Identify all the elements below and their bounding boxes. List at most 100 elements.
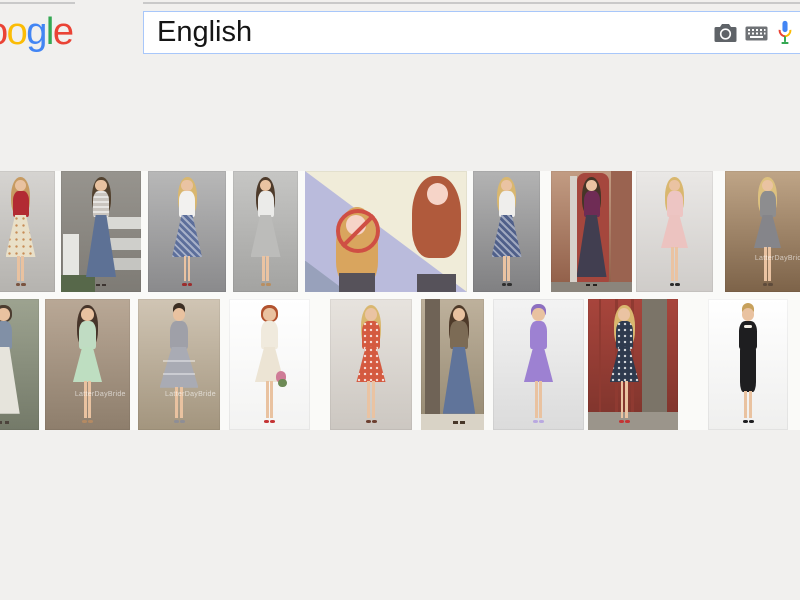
person-shoe xyxy=(625,420,630,423)
person-shoe xyxy=(743,420,748,423)
person-leg xyxy=(625,381,628,418)
scene-shape xyxy=(425,299,440,430)
logo-letter: o xyxy=(0,11,7,53)
person-leg xyxy=(764,247,767,281)
voice-search-button[interactable] xyxy=(776,19,794,49)
person-shoe xyxy=(174,420,179,423)
person-face xyxy=(453,308,465,321)
person-skirt xyxy=(443,347,475,414)
image-result-thumbnail[interactable]: LatterDayBride xyxy=(138,299,220,430)
scene-shape xyxy=(551,282,632,292)
google-logo[interactable]: oogle xyxy=(0,10,73,54)
search-input[interactable] xyxy=(144,12,800,53)
image-result-thumbnail[interactable] xyxy=(473,171,540,292)
image-result-thumbnail[interactable] xyxy=(305,171,467,292)
illustrated-redhead-tank xyxy=(417,274,456,292)
person-leg xyxy=(372,381,375,418)
person-leg xyxy=(507,256,510,281)
person-face xyxy=(95,180,106,192)
scene-shape xyxy=(599,299,602,412)
person-leg xyxy=(270,381,273,418)
person-shoe xyxy=(180,420,185,423)
person-shoe xyxy=(21,283,26,286)
search-by-image-button[interactable] xyxy=(714,23,737,43)
image-result-thumbnail[interactable] xyxy=(0,171,55,292)
person-leg xyxy=(503,256,506,281)
scene-shape xyxy=(588,412,678,430)
person-top-garment xyxy=(362,321,379,349)
person-shoe xyxy=(5,421,10,424)
person-shoe xyxy=(88,420,93,423)
person-shoe xyxy=(96,284,100,287)
person-leg xyxy=(675,247,678,281)
person-skirt xyxy=(356,347,385,383)
person-leg xyxy=(621,381,624,418)
prohibition-circle xyxy=(336,209,380,253)
image-result-thumbnail[interactable] xyxy=(636,171,713,292)
person-shoe xyxy=(533,420,538,423)
scene-shape xyxy=(570,176,576,287)
person-leg xyxy=(88,381,91,418)
person-skirt xyxy=(172,215,202,257)
person-shoe xyxy=(507,283,512,286)
person-shoe xyxy=(188,283,193,286)
person-leg xyxy=(367,381,370,418)
person-shoe xyxy=(502,283,507,286)
logo-letter: g xyxy=(26,11,46,53)
person-shoe xyxy=(270,420,275,423)
person-skirt xyxy=(754,215,781,248)
image-result-thumbnail[interactable] xyxy=(148,171,226,292)
person-shoe xyxy=(675,283,680,286)
person-face xyxy=(501,180,512,192)
person-face xyxy=(81,308,93,321)
image-result-thumbnail[interactable]: LatterDayBride xyxy=(45,299,130,430)
person-face xyxy=(15,180,26,192)
person-shoe xyxy=(366,420,371,423)
keyboard-button[interactable] xyxy=(745,26,768,41)
image-result-thumbnail[interactable] xyxy=(708,299,788,430)
google-images-results-page: { "page": { "background": "#f1f0ee", "ba… xyxy=(0,0,800,600)
search-bar xyxy=(143,11,800,54)
image-result-thumbnail[interactable] xyxy=(493,299,584,430)
person-face xyxy=(762,180,773,192)
person-skirt xyxy=(160,347,199,388)
person-leg xyxy=(535,381,538,418)
person-leg xyxy=(84,381,87,418)
person-leg xyxy=(744,391,747,418)
image-result-thumbnail[interactable] xyxy=(330,299,412,430)
illustrated-blonde-tank xyxy=(339,273,375,292)
person-leg xyxy=(671,247,674,281)
person-shoe xyxy=(102,284,106,287)
person-face xyxy=(0,308,10,321)
person-leg xyxy=(768,247,771,281)
keyboard-icon xyxy=(745,29,768,44)
scene-shape xyxy=(61,275,95,292)
person-shoe xyxy=(460,421,465,424)
scene-shape xyxy=(105,217,141,229)
person-leg xyxy=(17,256,20,281)
microphone-icon xyxy=(776,37,794,52)
photo-watermark: LatterDayBride xyxy=(165,391,216,399)
person-face xyxy=(669,180,680,192)
image-result-thumbnail[interactable] xyxy=(421,299,484,430)
person-face xyxy=(173,308,185,321)
image-result-thumbnail[interactable] xyxy=(551,171,632,292)
image-result-thumbnail[interactable] xyxy=(588,299,678,430)
person-shoe xyxy=(182,283,187,286)
person-top-garment xyxy=(616,321,633,349)
person-top-garment xyxy=(530,321,547,349)
image-result-thumbnail[interactable] xyxy=(61,171,141,292)
person-top-garment xyxy=(499,191,515,217)
image-result-thumbnail[interactable]: LatterDayBride xyxy=(725,171,800,292)
person-face xyxy=(263,308,275,321)
camera-icon xyxy=(714,31,737,46)
logo-letter: l xyxy=(46,11,53,53)
person-leg xyxy=(749,391,752,418)
person-face xyxy=(260,180,271,192)
person-shoe xyxy=(619,420,624,423)
image-result-thumbnail[interactable] xyxy=(233,171,298,292)
image-result-thumbnail[interactable] xyxy=(229,299,310,430)
image-result-thumbnail[interactable] xyxy=(0,299,39,430)
person-shoe xyxy=(763,283,768,286)
person-shoe xyxy=(768,283,773,286)
